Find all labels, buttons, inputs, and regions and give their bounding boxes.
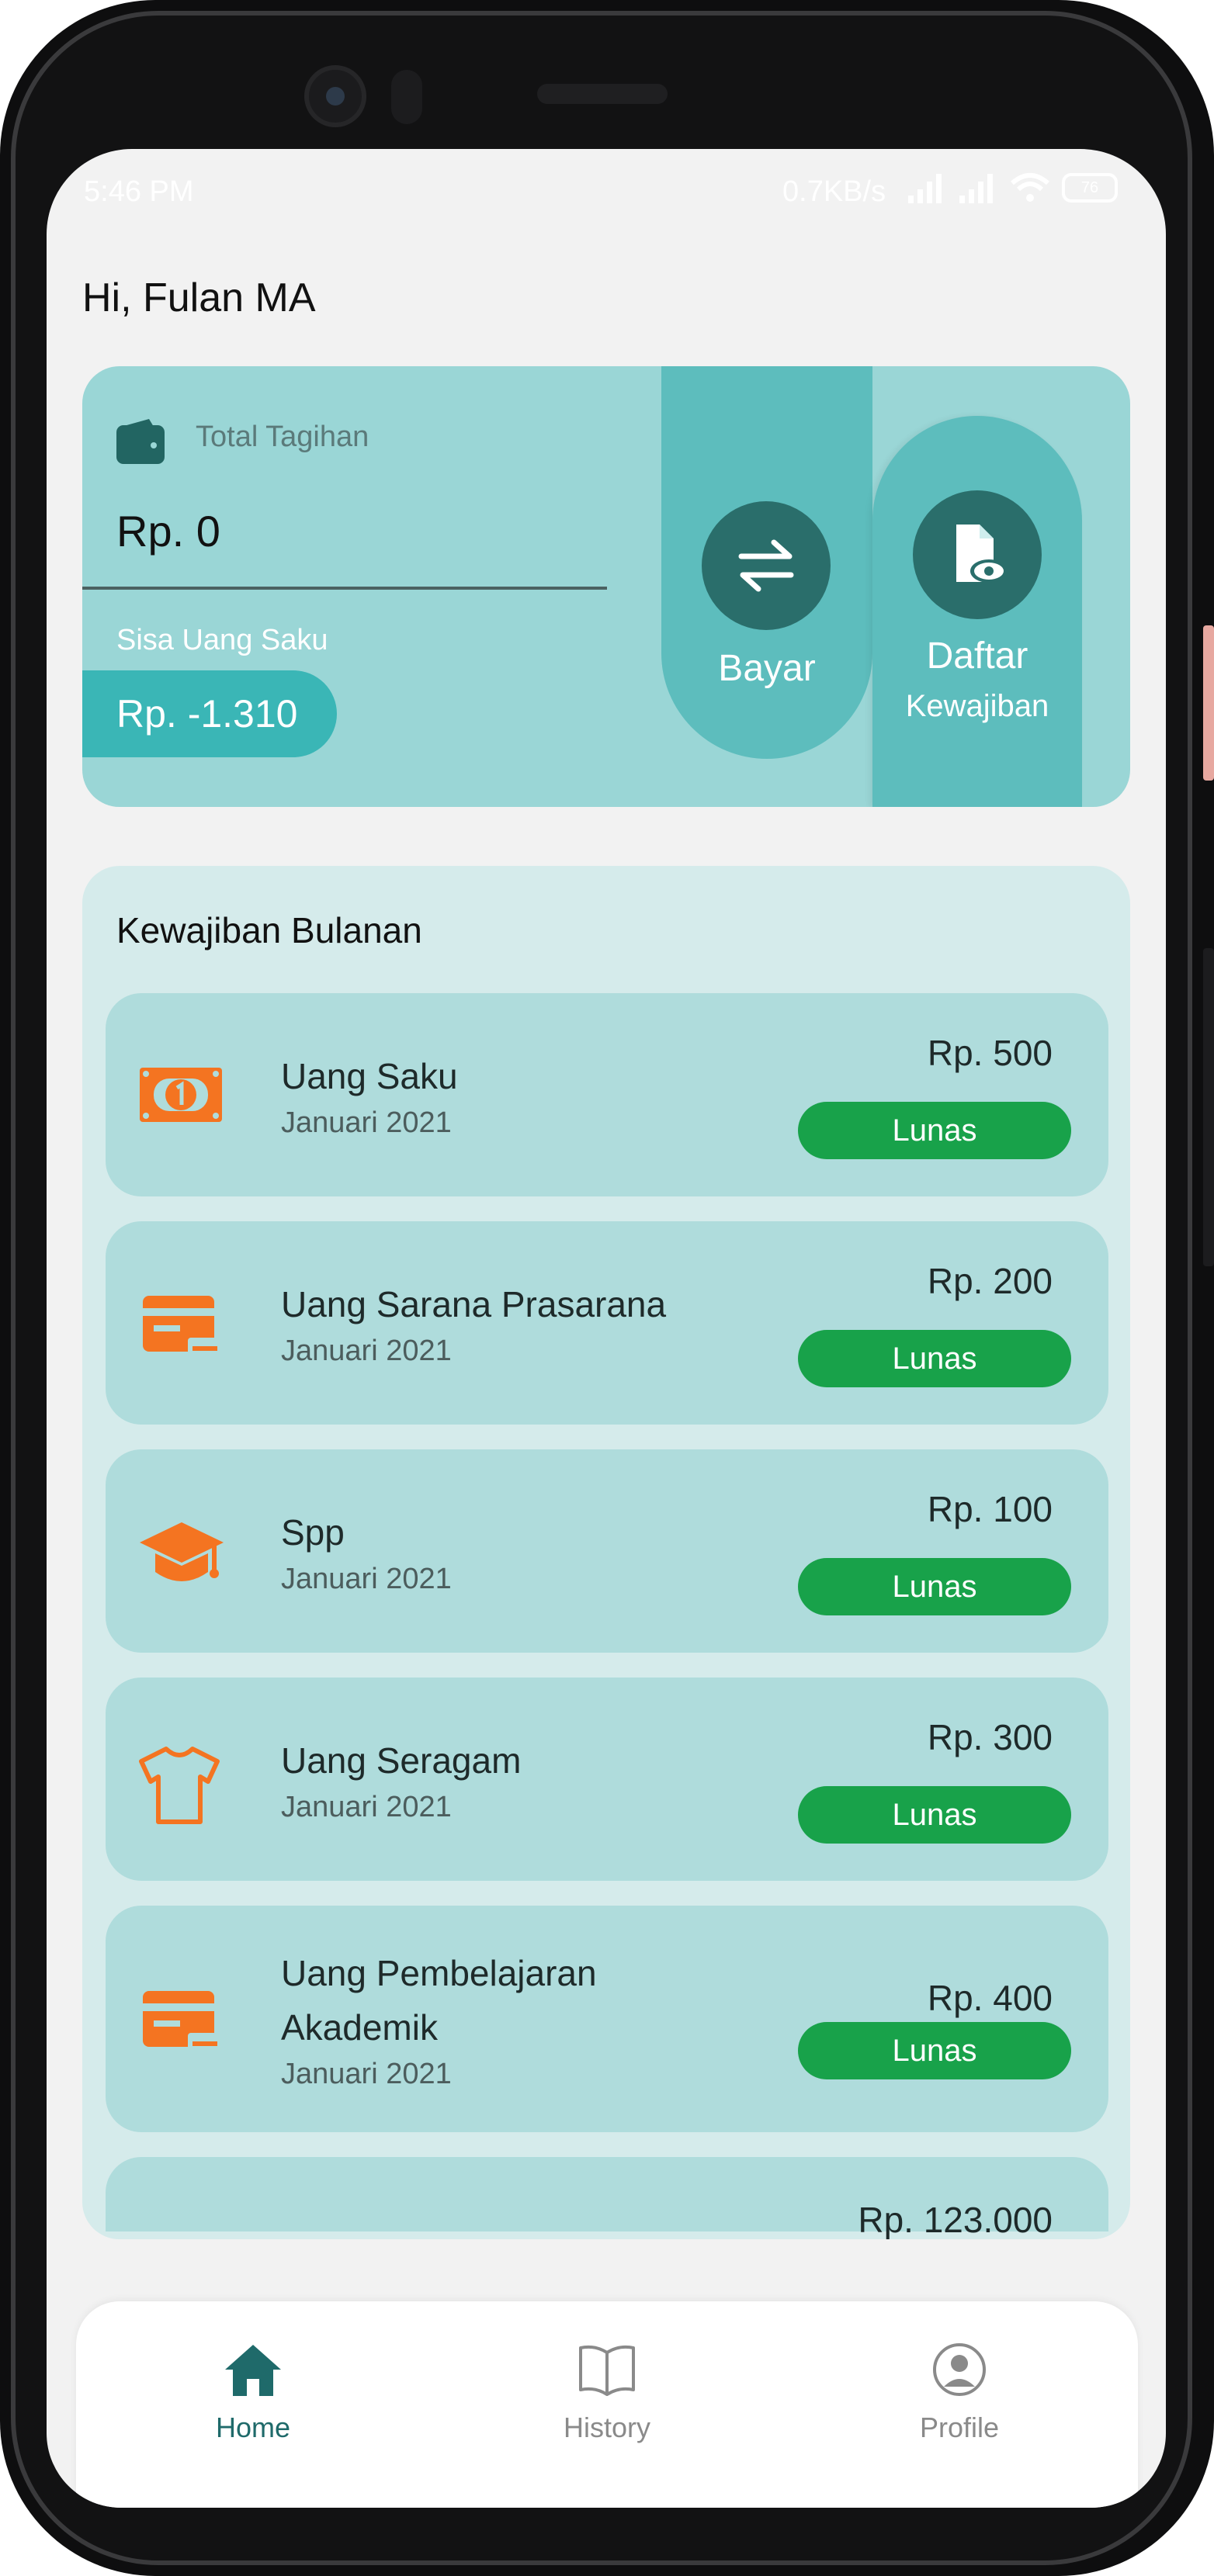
greeting: Hi, Fulan MA bbox=[82, 275, 316, 320]
network-speed: 0.7KB/s bbox=[782, 175, 886, 208]
battery-level: 76 bbox=[1080, 178, 1099, 196]
divider bbox=[82, 587, 607, 590]
nav-label: History bbox=[563, 2412, 650, 2443]
power-button bbox=[1203, 948, 1214, 1266]
total-bill-label: Total Tagihan bbox=[196, 421, 369, 453]
transfer-arrows-icon bbox=[738, 539, 794, 592]
item-name: Uang Pembelajaran Akademik bbox=[281, 1953, 597, 2048]
nav-label: Profile bbox=[919, 2412, 1000, 2443]
item-amount: Rp. 123.000 bbox=[858, 2200, 1053, 2239]
obligation-list: Uang Saku Januari 2021 Rp. 500 Lunas Uan… bbox=[106, 993, 1108, 2239]
list-item[interactable]: Uang Pembelajaran Akademik Januari 2021 … bbox=[106, 1906, 1108, 2132]
book-icon bbox=[579, 2345, 635, 2396]
item-date: Januari 2021 bbox=[281, 2058, 452, 2090]
status-bar: 5:46 PM 0.7KB/s 76 bbox=[47, 149, 1166, 234]
item-name: Uang Saku bbox=[281, 1056, 458, 1096]
list-item[interactable]: Uang Sarana Prasarana Januari 2021 Rp. 2… bbox=[106, 1221, 1108, 1425]
nav-profile[interactable]: Profile bbox=[866, 2342, 1053, 2444]
summary-card: Total Tagihan Rp. 0 Sisa Uang Saku Rp. -… bbox=[82, 366, 1130, 807]
nav-home[interactable]: Home bbox=[160, 2342, 346, 2444]
phone-frame: 5:46 PM 0.7KB/s 76 Hi, Fulan MA Total Ta… bbox=[0, 0, 1214, 2576]
nav-history[interactable]: History bbox=[514, 2342, 700, 2444]
proximity-sensor bbox=[391, 70, 422, 124]
item-amount: Rp. 100 bbox=[927, 1489, 1053, 1529]
shirt-icon bbox=[139, 1747, 220, 1824]
section-title: Kewajiban Bulanan bbox=[116, 910, 422, 950]
item-date: Januari 2021 bbox=[281, 1791, 452, 1823]
item-name: Spp bbox=[281, 1512, 345, 1553]
list-item[interactable]: Uang Saku Januari 2021 Rp. 500 Lunas bbox=[106, 993, 1108, 1196]
status-badge: Lunas bbox=[798, 1786, 1071, 1844]
card-icon bbox=[143, 1296, 219, 1356]
list-item[interactable]: Spp Januari 2021 Rp. 100 Lunas bbox=[106, 1449, 1108, 1653]
item-name: Uang Sarana Prasarana bbox=[281, 1284, 667, 1324]
obligation-list-label: Daftar bbox=[926, 635, 1028, 677]
bottom-navigation: Home History Profile bbox=[76, 2301, 1138, 2508]
item-date: Januari 2021 bbox=[281, 1335, 452, 1367]
app-screen: 5:46 PM 0.7KB/s 76 Hi, Fulan MA Total Ta… bbox=[47, 149, 1166, 2508]
item-date: Januari 2021 bbox=[281, 1106, 452, 1139]
home-icon bbox=[225, 2345, 281, 2396]
status-badge: Lunas bbox=[798, 1558, 1071, 1615]
list-item[interactable]: Uang Seragam Januari 2021 Rp. 300 Lunas bbox=[106, 1678, 1108, 1881]
item-amount: Rp. 500 bbox=[927, 1033, 1053, 1073]
remaining-allowance-value: Rp. -1.310 bbox=[82, 670, 337, 757]
front-camera bbox=[304, 65, 366, 127]
status-badge: Lunas bbox=[798, 2022, 1071, 2079]
item-name: Uang Seragam bbox=[281, 1740, 522, 1781]
status-time: 5:46 PM bbox=[84, 175, 194, 208]
item-date: Januari 2021 bbox=[281, 1563, 452, 1595]
earpiece-speaker bbox=[537, 84, 668, 104]
item-amount: Rp. 200 bbox=[927, 1261, 1053, 1301]
list-item[interactable]: Rp. 123.000 bbox=[106, 2157, 1108, 2239]
status-badge: Lunas bbox=[798, 1102, 1071, 1159]
graduation-cap-icon bbox=[140, 1522, 224, 1581]
signal-icon bbox=[908, 174, 942, 203]
battery-icon: 76 bbox=[1062, 173, 1118, 203]
obligation-list-circle bbox=[913, 490, 1042, 619]
pay-label: Bayar bbox=[718, 648, 816, 689]
signal-icon bbox=[959, 174, 993, 203]
obligation-list-sublabel: Kewajiban bbox=[905, 689, 1049, 723]
total-bill-value: Rp. 0 bbox=[116, 507, 220, 556]
obligation-list-button[interactable]: Daftar Kewajiban bbox=[872, 416, 1082, 807]
pay-circle bbox=[702, 501, 831, 630]
cash-icon bbox=[140, 1068, 222, 1122]
wallet-icon bbox=[116, 419, 165, 464]
remaining-allowance-label: Sisa Uang Saku bbox=[116, 624, 328, 656]
volume-button bbox=[1203, 625, 1214, 781]
pay-button[interactable]: Bayar bbox=[661, 366, 872, 759]
card-icon bbox=[143, 1991, 219, 2051]
item-amount: Rp. 300 bbox=[927, 1717, 1053, 1757]
user-circle-icon bbox=[933, 2343, 986, 2396]
item-amount: Rp. 400 bbox=[927, 1978, 1053, 2018]
document-view-icon bbox=[956, 525, 1008, 583]
status-badge: Lunas bbox=[798, 1330, 1071, 1387]
monthly-obligations: Kewajiban Bulanan Uang Saku Januari 2021… bbox=[82, 866, 1130, 2239]
status-icons: 76 bbox=[907, 172, 1118, 203]
nav-label: Home bbox=[215, 2412, 291, 2443]
wifi-icon bbox=[1011, 173, 1049, 202]
